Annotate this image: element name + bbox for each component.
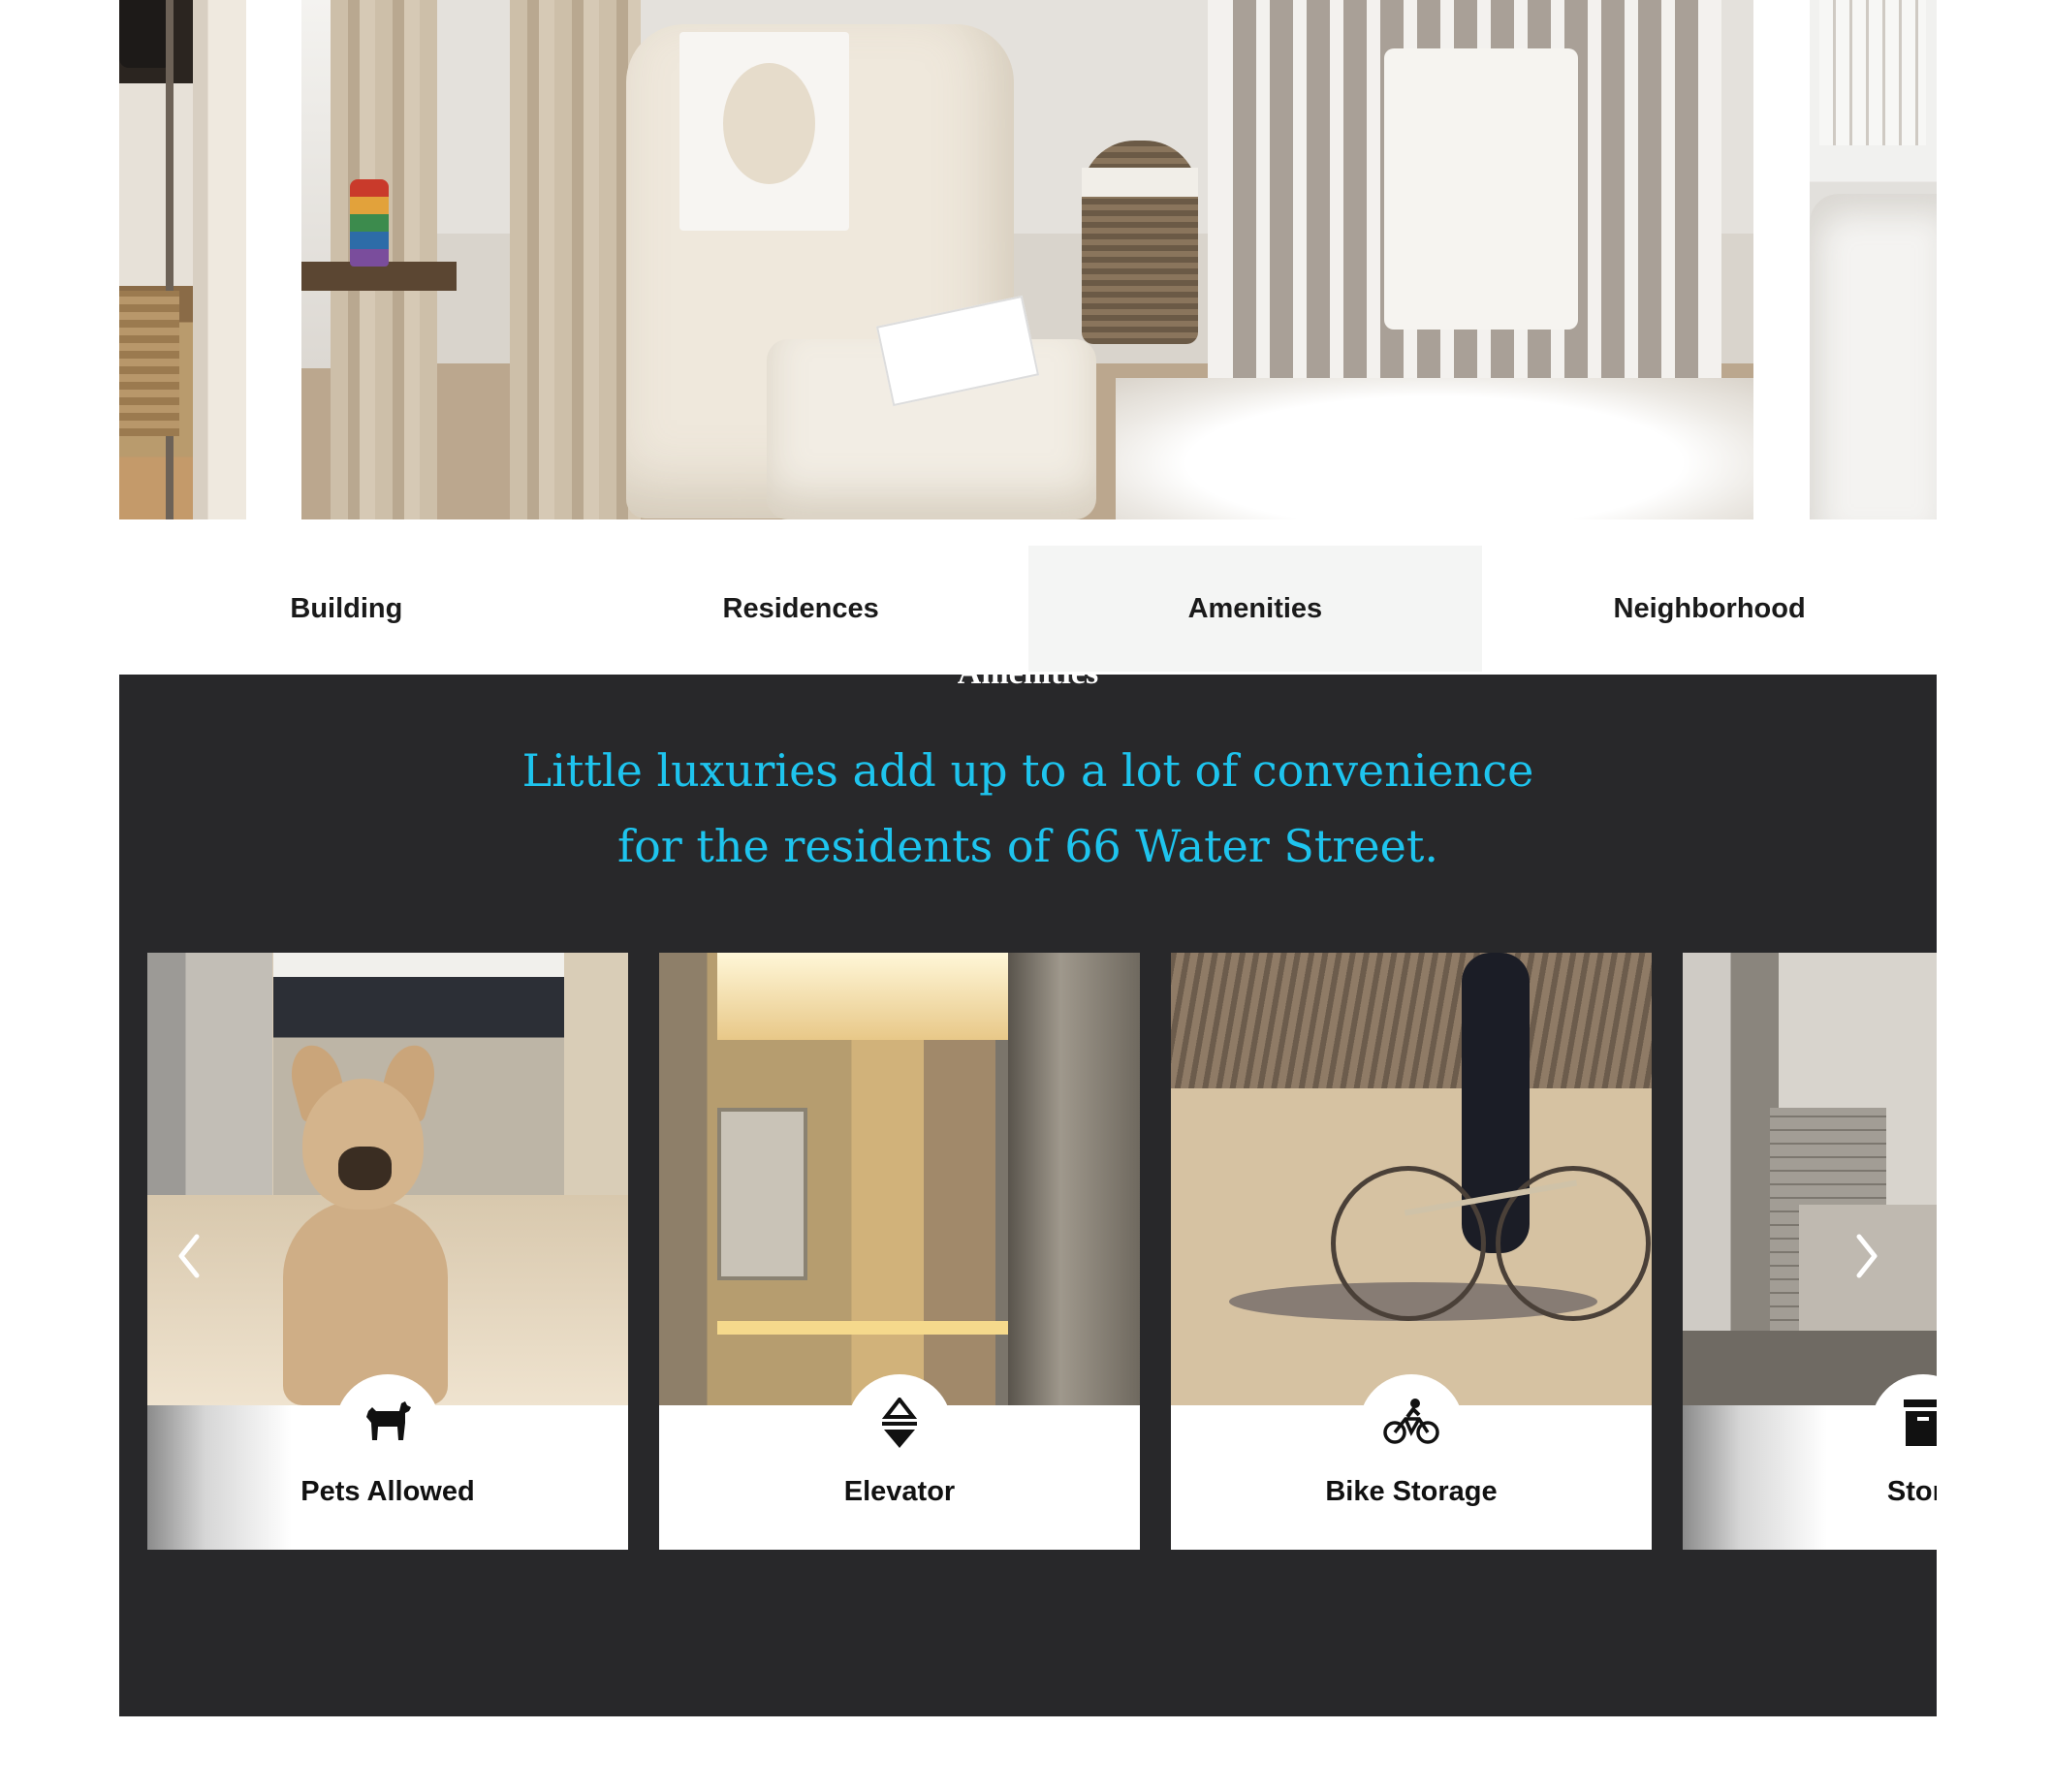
gallery-image-hallway[interactable] <box>119 0 246 519</box>
brush-background <box>1171 953 1652 1088</box>
elevator-icon <box>881 1398 918 1448</box>
hamper-band <box>1082 168 1198 197</box>
elevator-door <box>1008 953 1140 1405</box>
chevron-right-icon <box>1856 1234 1878 1278</box>
dog-muzzle <box>338 1147 392 1190</box>
section-title: Amenities <box>119 675 1937 692</box>
tab-building[interactable]: Building <box>119 546 574 672</box>
sofa <box>1810 194 1937 519</box>
bike-wheel <box>1331 1166 1486 1321</box>
amenity-card-pets[interactable]: Pets Allowed <box>147 953 628 1550</box>
elevator-panel <box>717 1108 807 1280</box>
amenity-card-bike-storage[interactable]: Bike Storage <box>1171 953 1652 1550</box>
storage-box-icon <box>1904 1399 1937 1446</box>
icon-badge <box>1359 1374 1464 1479</box>
carousel-next-button[interactable] <box>1838 1227 1896 1285</box>
carousel-prev-button[interactable] <box>160 1227 218 1285</box>
fur-rug <box>1116 378 1753 519</box>
storage-photo <box>1683 953 1937 1405</box>
card-label: Stora <box>1886 1476 1937 1507</box>
tab-residences[interactable]: Residences <box>574 546 1028 672</box>
elevator-photo <box>659 953 1140 1405</box>
dog-icon <box>366 1401 411 1440</box>
tab-amenities[interactable]: Amenities <box>1027 546 1483 672</box>
amenity-card-elevator[interactable]: Elevator <box>659 953 1140 1550</box>
bench <box>119 291 179 436</box>
gallery-image-nursery[interactable] <box>301 0 1753 519</box>
page: Building Residences Amenities Neighborho… <box>0 0 2052 1792</box>
amenities-tagline: Little luxuries add up to a lot of conve… <box>521 744 1534 872</box>
sheep-pattern <box>723 63 815 184</box>
crib-quilt <box>1384 48 1578 330</box>
crib <box>1208 0 1721 407</box>
dog-body <box>283 1200 448 1405</box>
elevator-glow <box>717 1321 1008 1335</box>
coat-stand <box>166 0 174 519</box>
gallery-image-living-room[interactable] <box>1810 0 1937 519</box>
elevator-ceiling-light <box>717 953 1008 1040</box>
hamper-basket <box>1082 141 1198 344</box>
icon-badge <box>335 1374 440 1479</box>
card-label: Bike Storage <box>1325 1476 1498 1507</box>
amenity-card-storage[interactable]: Stora <box>1683 953 1937 1550</box>
bicycle-icon <box>1383 1399 1439 1444</box>
amenities-section: Amenities Little luxuries add up to a lo… <box>119 675 1937 1716</box>
section-tabs: Building Residences Amenities Neighborho… <box>119 546 1937 672</box>
stacking-toy <box>350 179 389 267</box>
bike-photo <box>1171 953 1652 1405</box>
window <box>1819 0 1926 145</box>
tab-neighborhood[interactable]: Neighborhood <box>1482 546 1937 672</box>
pets-photo <box>147 953 628 1405</box>
coat <box>119 0 173 68</box>
icon-badge <box>847 1374 952 1479</box>
card-label: Pets Allowed <box>300 1476 475 1507</box>
chevron-left-icon <box>178 1234 200 1278</box>
curtain-right <box>510 0 641 519</box>
card-label: Elevator <box>843 1476 956 1507</box>
